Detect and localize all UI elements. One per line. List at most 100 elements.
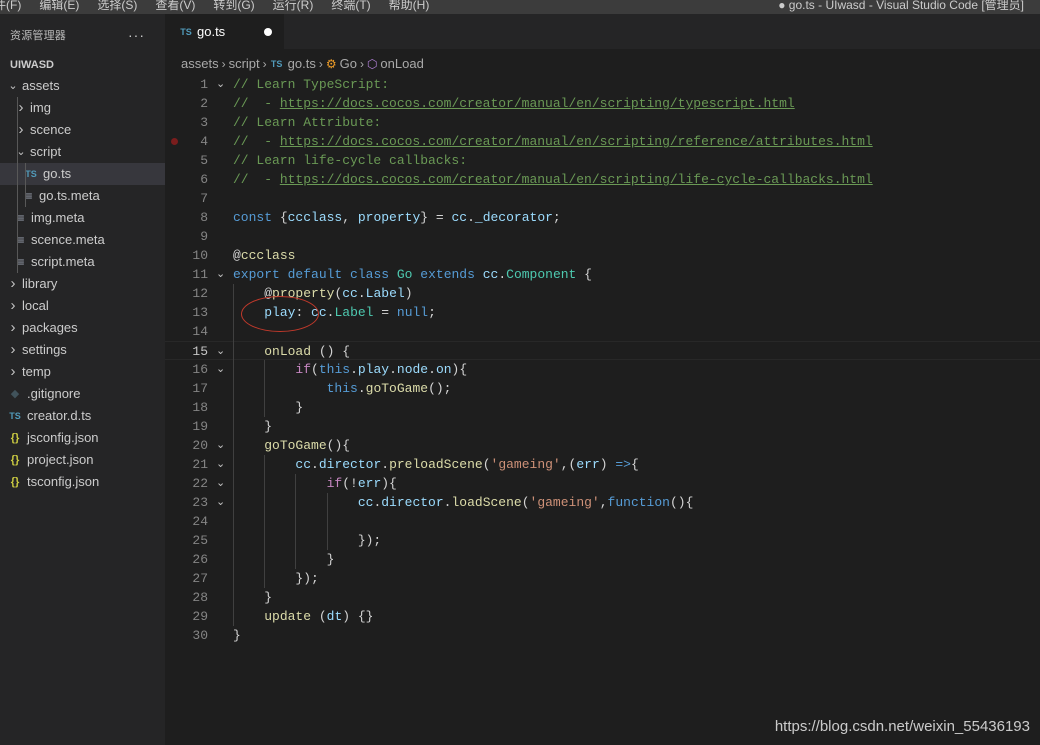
explorer-sidebar: 资源管理器 ··· UIWASD ⌄ assets › img › scence ⌄ scri…	[0, 14, 165, 745]
code-token: )	[599, 457, 616, 472]
code-text: const {ccclass, property} = cc._decorato…	[233, 208, 561, 227]
code-token: dt	[326, 609, 343, 624]
chevron-right-icon: ›	[10, 297, 16, 314]
code-line[interactable]: 4 // - https://docs.cocos.com/creator/man…	[165, 132, 1040, 151]
code-line[interactable]: 21 ⌄ cc.director.preloadScene('gameing',(…	[165, 455, 1040, 474]
code-text: // Learn TypeScript:	[233, 75, 389, 94]
code-line[interactable]: 8 const {ccclass, property} = cc._decorat…	[165, 208, 1040, 227]
line-number: 8	[200, 210, 208, 225]
code-token: // Learn TypeScript:	[233, 77, 390, 92]
code-token: https://docs.cocos.com/creator/manual/en…	[279, 96, 795, 111]
tree-item-temp[interactable]: › temp	[0, 361, 165, 383]
code-token: () {	[311, 344, 351, 359]
code-token: function	[607, 495, 670, 510]
code-line[interactable]: 6 // - https://docs.cocos.com/creator/man…	[165, 170, 1040, 189]
tree-item-tsconfig-json[interactable]: {} tsconfig.json	[0, 471, 165, 493]
fold-chevron-icon[interactable]: ⌄	[216, 342, 225, 361]
tree-item-jsconfig-json[interactable]: {} jsconfig.json	[0, 427, 165, 449]
code-line[interactable]: 17 this.goToGame();	[165, 379, 1040, 398]
unsaved-dot-icon[interactable]	[264, 28, 272, 36]
more-actions-icon[interactable]: ···	[128, 27, 145, 43]
tree-item--gitignore[interactable]: ◆ .gitignore	[0, 383, 165, 405]
code-line[interactable]: 16 ⌄ if(this.play.node.on){	[165, 360, 1040, 379]
breadcrumb-method[interactable]: onLoad	[380, 54, 423, 74]
tree-item-packages[interactable]: › packages	[0, 317, 165, 339]
code-line[interactable]: 11 ⌄ export default class Go extends cc.Co…	[165, 265, 1040, 284]
code-line[interactable]: 2 // - https://docs.cocos.com/creator/man…	[165, 94, 1040, 113]
code-editor[interactable]: 1 ⌄ // Learn TypeScript: 2 // - https://docs…	[165, 75, 1040, 745]
fold-chevron-icon[interactable]: ⌄	[216, 360, 225, 379]
menu-terminal[interactable]: 终端(T)	[331, 0, 370, 11]
code-token: // -	[233, 172, 280, 187]
menu-view[interactable]: 查看(V)	[155, 0, 195, 11]
breadcrumb-file[interactable]: go.ts	[288, 54, 316, 74]
tree-item-library[interactable]: › library	[0, 273, 165, 295]
tree-item-go-ts[interactable]: TS go.ts	[0, 163, 165, 185]
tree-item-label: scence.meta	[31, 232, 105, 247]
line-number: 16	[192, 362, 208, 377]
code-line[interactable]: 1 ⌄ // Learn TypeScript:	[165, 75, 1040, 94]
fold-chevron-icon[interactable]: ⌄	[216, 493, 225, 512]
tree-item-settings[interactable]: › settings	[0, 339, 165, 361]
code-token: cc	[451, 210, 468, 225]
tab-go-ts[interactable]: TS go.ts	[165, 14, 284, 49]
menu-file[interactable]: 件(F)	[0, 0, 21, 11]
code-line[interactable]: 19 }	[165, 417, 1040, 436]
code-line[interactable]: 20 ⌄ goToGame(){	[165, 436, 1040, 455]
tree-item-creator-d-ts[interactable]: TS creator.d.ts	[0, 405, 165, 427]
code-token: node	[396, 362, 429, 377]
code-token: play	[357, 362, 390, 377]
indent-guide	[295, 474, 297, 569]
code-line[interactable]: 28 }	[165, 588, 1040, 607]
code-token: // Learn Attribute:	[233, 115, 382, 130]
menu-edit[interactable]: 编辑(E)	[39, 0, 79, 11]
tree-item-img-meta[interactable]: ≡ img.meta	[0, 207, 165, 229]
code-line[interactable]: 3 // Learn Attribute:	[165, 113, 1040, 132]
tree-item-scence[interactable]: › scence	[0, 119, 165, 141]
code-token: });	[233, 571, 319, 586]
code-line[interactable]: 18 }	[165, 398, 1040, 417]
tree-item-img[interactable]: › img	[0, 97, 165, 119]
code-line[interactable]: 5 // Learn life-cycle callbacks:	[165, 151, 1040, 170]
code-line[interactable]: 15 ⌄ onLoad () {	[165, 341, 1040, 360]
code-line[interactable]: 30}	[165, 626, 1040, 645]
code-token: ,	[599, 495, 608, 510]
code-token: preloadScene	[389, 457, 483, 472]
code-line[interactable]: 7	[165, 189, 1040, 208]
breadcrumb-class[interactable]: Go	[340, 54, 357, 74]
fold-chevron-icon[interactable]: ⌄	[216, 75, 225, 94]
fold-chevron-icon[interactable]: ⌄	[216, 455, 225, 474]
tree-item-go-ts-meta[interactable]: ≡ go.ts.meta	[0, 185, 165, 207]
code-line[interactable]: 9	[165, 227, 1040, 246]
tree-item-local[interactable]: › local	[0, 295, 165, 317]
tree-item-script-meta[interactable]: ≡ script.meta	[0, 251, 165, 273]
code-line[interactable]: 10 @ccclass	[165, 246, 1040, 265]
code-token: update	[264, 609, 312, 624]
tree-item-assets[interactable]: ⌄ assets	[0, 75, 165, 97]
tree-item-label: tsconfig.json	[27, 474, 100, 489]
line-number: 24	[192, 514, 208, 529]
line-number: 26	[192, 552, 208, 567]
fold-chevron-icon[interactable]: ⌄	[216, 474, 225, 493]
code-token: export	[233, 267, 280, 282]
code-line[interactable]: 29 update (dt) {}	[165, 607, 1040, 626]
code-token: .	[467, 210, 475, 225]
chevron-right-icon: ›	[10, 319, 16, 336]
breadcrumb-script[interactable]: script	[229, 54, 260, 74]
workspace-root-label: UIWASD	[10, 59, 54, 71]
typescript-file-icon: TS	[180, 26, 192, 37]
typescript-file-icon: TS	[270, 59, 283, 69]
tree-item-project-json[interactable]: {} project.json	[0, 449, 165, 471]
fold-chevron-icon[interactable]: ⌄	[216, 265, 225, 284]
tree-item-label: .gitignore	[27, 386, 81, 401]
menu-help[interactable]: 帮助(H)	[389, 0, 430, 11]
fold-chevron-icon[interactable]: ⌄	[216, 436, 225, 455]
breadcrumb-assets[interactable]: assets	[181, 54, 219, 74]
menu-run[interactable]: 运行(R)	[273, 0, 314, 11]
menu-selection[interactable]: 选择(S)	[97, 0, 137, 11]
workspace-root[interactable]: UIWASD	[0, 56, 165, 75]
code-line[interactable]: 27 });	[165, 569, 1040, 588]
tree-item-scence-meta[interactable]: ≡ scence.meta	[0, 229, 165, 251]
menu-go[interactable]: 转到(G)	[213, 0, 254, 11]
tree-item-script[interactable]: ⌄ script	[0, 141, 165, 163]
